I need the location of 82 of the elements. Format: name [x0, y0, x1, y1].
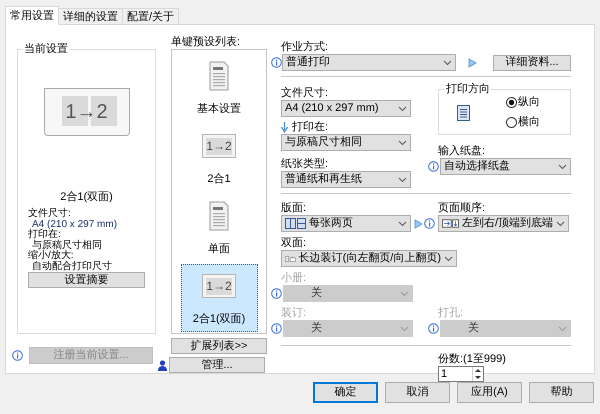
dropdown[interactable]: 普通纸和再生纸: [281, 171, 411, 188]
chevron-icon: [400, 290, 409, 296]
field-label: 小册:: [281, 272, 306, 285]
chevron-icon: [442, 60, 452, 66]
chevron-icon: [398, 106, 407, 112]
preset-item[interactable]: 基本设置: [180, 54, 258, 122]
field-label: 打印在:: [292, 121, 328, 134]
radio-icon: [506, 116, 517, 128]
info-icon: [12, 350, 23, 361]
tab[interactable]: 常用设置: [5, 6, 59, 25]
detail-label: 文件尺寸:: [28, 209, 72, 220]
summary-button[interactable]: 设置摘要: [28, 272, 145, 288]
play-icon: [468, 58, 477, 68]
tab[interactable]: 详细的设置: [58, 8, 123, 24]
dropdown[interactable]: 每张两页: [281, 215, 411, 232]
detail-label: 打印在:: [28, 230, 61, 240]
info-icon: [271, 57, 282, 68]
preview-caption: 2合1(双面): [60, 190, 113, 204]
up-arrow-icon[interactable]: [473, 367, 483, 374]
play-icon: [414, 218, 423, 228]
details-button[interactable]: 详细资料...: [492, 54, 571, 70]
chevron-icon: [444, 256, 453, 262]
preset-item[interactable]: 1→2 2合1(双面): [180, 264, 258, 332]
dialog-button[interactable]: 帮助: [529, 382, 594, 403]
info-icon: [271, 323, 282, 334]
two-in-one-icon: 1→2: [202, 274, 236, 298]
chevron-icon: [398, 176, 407, 182]
two-in-one-icon: 1→2: [202, 134, 236, 158]
info-icon: [271, 288, 282, 299]
dropdown[interactable]: 自动选择纸盘: [440, 158, 571, 175]
down-arrow-icon: [281, 122, 288, 133]
portrait-page-icon: [457, 105, 470, 121]
user-icon: [158, 360, 167, 370]
chevron-icon: [398, 140, 407, 146]
document-icon: [208, 61, 230, 91]
detail-value: A4 (210 x 297 mm): [32, 220, 118, 230]
detail-value: 自动配合打印尺寸: [31, 262, 113, 272]
field-label: 装订:: [281, 307, 306, 320]
radio-icon: [506, 96, 517, 108]
list-title: 单键预设列表:: [171, 36, 242, 49]
expand-list-button[interactable]: 扩展列表>>: [171, 338, 267, 354]
chevron-icon: [556, 220, 565, 226]
info-icon: [428, 323, 439, 334]
tab[interactable]: 配置/关于: [122, 8, 180, 24]
down-arrow-icon[interactable]: [473, 374, 483, 381]
dropdown[interactable]: 长边装订(向左翻页/向上翻页): [281, 250, 457, 267]
group-title: 打印方向: [445, 82, 491, 97]
dialog-button[interactable]: 应用(A): [457, 382, 522, 403]
chevron-icon: [398, 220, 407, 226]
radio-option[interactable]: 纵向: [506, 96, 540, 108]
field-label: 作业方式:: [281, 41, 328, 54]
copies-spinbox[interactable]: 1: [438, 366, 484, 382]
page-order-icon: [442, 218, 459, 229]
field-label: 版面:: [281, 202, 306, 215]
info-icon: [428, 161, 439, 172]
dialog-button[interactable]: 取消: [385, 382, 450, 403]
field-label: 输入纸盘:: [438, 145, 486, 158]
chevron-icon: [558, 326, 567, 332]
radio-option[interactable]: 横向: [506, 116, 540, 128]
dropdown[interactable]: A4 (210 x 297 mm): [281, 100, 411, 117]
layout-icon: [285, 218, 306, 229]
field-label: 打孔:: [438, 307, 464, 320]
detail-label: 缩小/放大:: [28, 251, 74, 261]
field-label: 纸张类型:: [281, 158, 328, 171]
preset-item[interactable]: 1→2 2合1: [180, 124, 258, 192]
manage-button[interactable]: 管理...: [169, 357, 265, 373]
dropdown[interactable]: 与原稿尺寸相同: [281, 134, 411, 151]
dialog-button[interactable]: 确定: [313, 382, 378, 403]
field-label: 页面顺序:: [438, 202, 486, 215]
detail-value: 与原稿尺寸相同: [32, 240, 103, 250]
dropdown[interactable]: 普通打印: [282, 54, 456, 71]
two-in-one-preview-drawing: 1→2: [44, 88, 130, 136]
info-icon: [424, 218, 435, 229]
chevron-icon: [400, 326, 409, 332]
document-icon: [208, 201, 230, 231]
field-label: 份数:(1至999): [438, 353, 506, 366]
field-label: 双面:: [281, 237, 306, 250]
group-title: 当前设置: [23, 42, 69, 57]
field-label: 文件尺寸:: [281, 87, 328, 100]
dropdown[interactable]: 左到右/顶端到底端: [438, 215, 569, 232]
preset-item[interactable]: 单面: [180, 194, 258, 262]
chevron-icon: [558, 164, 567, 170]
